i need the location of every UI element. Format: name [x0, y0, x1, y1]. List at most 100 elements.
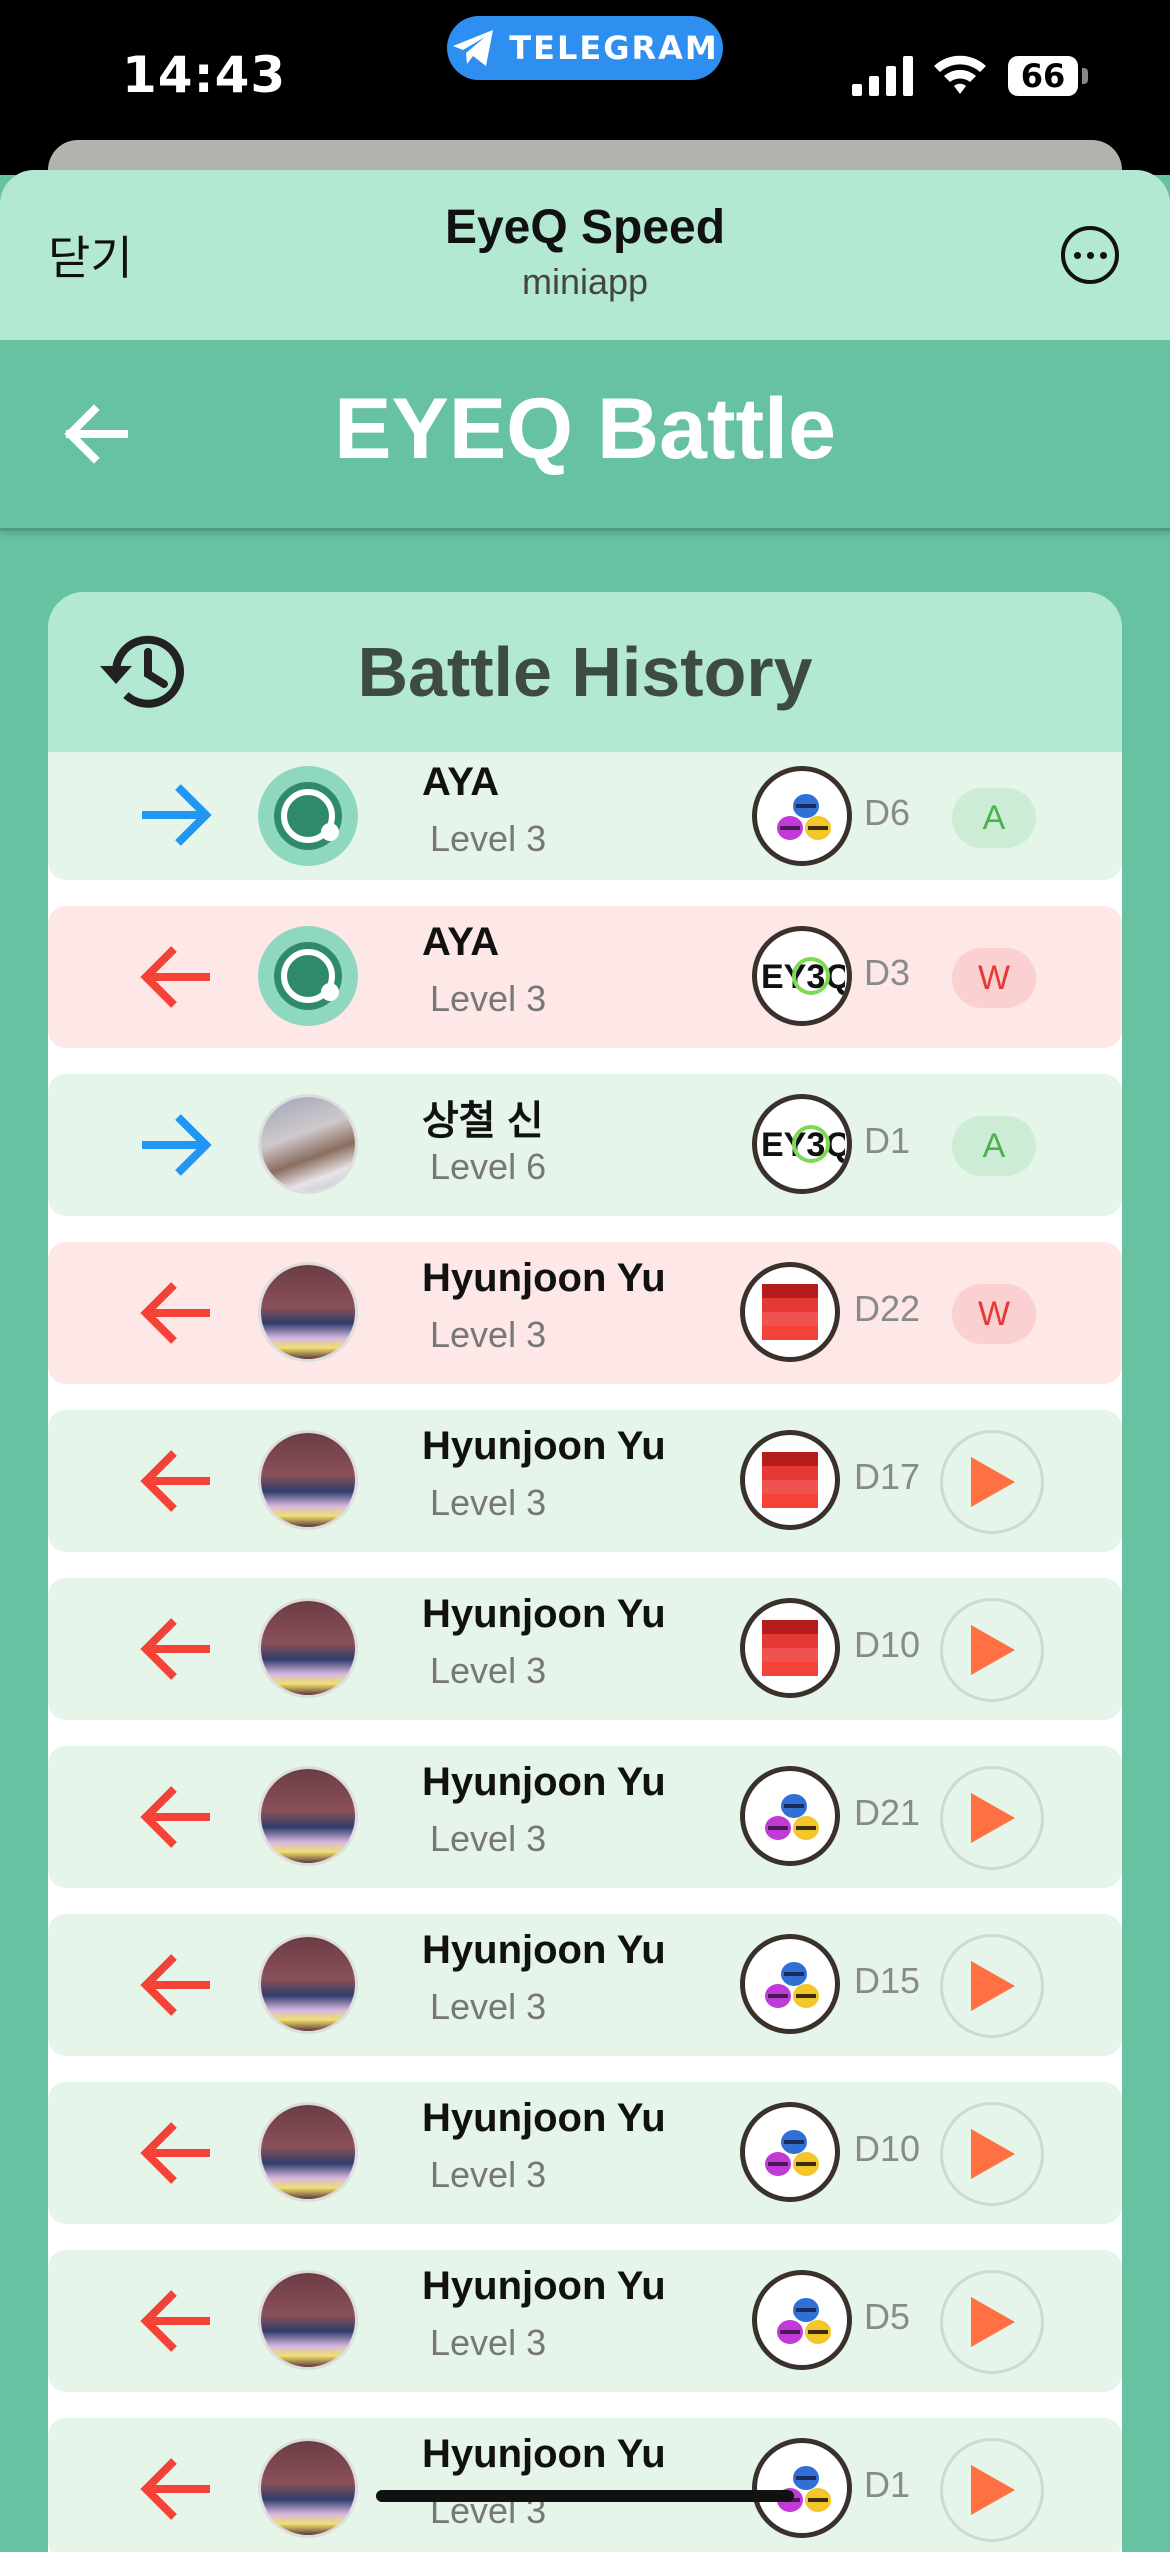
difficulty-code: D10 [854, 2128, 921, 2169]
bees-badge-icon [765, 1962, 819, 2008]
incoming-arrow-icon [140, 2122, 210, 2184]
difficulty-code: D22 [854, 1288, 921, 1329]
difficulty-code: D21 [854, 1792, 921, 1833]
battle-history-title: Battle History [357, 633, 813, 711]
aya-avatar-icon [274, 782, 342, 850]
player-level: Level 3 [430, 2154, 547, 2195]
player-name: AYA [422, 920, 500, 964]
game-badge [740, 1262, 840, 1362]
battery-indicator: 66 [1008, 56, 1078, 96]
game-badge [740, 1934, 840, 2034]
battle-row[interactable]: AYA Level 3 D6 A [48, 752, 1122, 880]
play-button[interactable] [940, 1766, 1044, 1870]
incoming-arrow-icon [140, 1786, 210, 1848]
bees-badge-icon [777, 2466, 831, 2512]
avatar [258, 926, 358, 1026]
player-name: Hyunjoon Yu [422, 1256, 666, 1300]
direction-indicator [138, 1280, 214, 1351]
player-name: Hyunjoon Yu [422, 1592, 666, 1636]
player-level: Level 3 [430, 1986, 547, 2027]
avatar [258, 2438, 358, 2538]
direction-indicator [138, 1112, 214, 1183]
telegram-icon [453, 30, 494, 66]
outgoing-arrow-icon [142, 784, 212, 846]
battery-nub [1082, 68, 1088, 84]
avatar [258, 2102, 358, 2202]
avatar [258, 1766, 358, 1866]
player-name: AYA [422, 760, 500, 804]
battle-row[interactable]: Hyunjoon Yu Level 3 D10 [48, 2082, 1122, 2224]
aya-avatar-icon [274, 942, 342, 1010]
play-icon [971, 1793, 1015, 1843]
direction-indicator [138, 2456, 214, 2527]
play-button[interactable] [940, 1598, 1044, 1702]
player-name: 상철 신 [422, 1099, 544, 1143]
status-badge: W [952, 1284, 1036, 1344]
battle-row[interactable]: AYA Level 3 EY3Q D3 W [48, 906, 1122, 1048]
incoming-arrow-icon [140, 2290, 210, 2352]
player-name: Hyunjoon Yu [422, 1928, 666, 1972]
difficulty-code: D15 [854, 1960, 921, 2001]
game-badge: EY3Q [752, 926, 852, 1026]
incoming-arrow-icon [140, 1450, 210, 1512]
battle-row[interactable]: Hyunjoon Yu Level 3 D10 [48, 1578, 1122, 1720]
player-name: Hyunjoon Yu [422, 2096, 666, 2140]
miniapp-title-block: EyeQ Speed miniapp [0, 200, 1170, 303]
play-button[interactable] [940, 2270, 1044, 2374]
direction-indicator [138, 2288, 214, 2359]
difficulty-code: D1 [864, 2464, 911, 2505]
battle-row[interactable]: 상철 신 Level 6 EY3Q D1 A [48, 1074, 1122, 1216]
bees-badge-icon [777, 794, 831, 840]
status-badge: W [952, 948, 1036, 1008]
direction-indicator [138, 1616, 214, 1687]
battle-row[interactable]: Hyunjoon Yu Level 3 D5 [48, 2250, 1122, 2392]
miniapp-title: EyeQ Speed [444, 201, 726, 254]
battle-row[interactable]: Hyunjoon Yu Level 3 D21 [48, 1746, 1122, 1888]
game-badge [740, 1430, 840, 1530]
play-icon [971, 1961, 1015, 2011]
more-dot [1073, 251, 1081, 259]
direction-indicator [138, 1448, 214, 1519]
home-indicator [376, 2490, 794, 2502]
game-badge [740, 1766, 840, 1866]
incoming-arrow-icon [140, 1618, 210, 1680]
play-icon [971, 2129, 1015, 2179]
player-level: Level 3 [430, 1314, 547, 1355]
avatar [258, 1934, 358, 2034]
player-name: Hyunjoon Yu [422, 1760, 666, 1804]
direction-indicator [138, 1784, 214, 1855]
difficulty-code: D10 [854, 1624, 921, 1665]
game-badge [752, 2438, 852, 2538]
battle-history-header: Battle History [48, 592, 1122, 752]
play-button[interactable] [940, 2102, 1044, 2206]
telegram-pill[interactable]: TELEGRAM [447, 16, 723, 80]
player-level: Level 3 [430, 1818, 547, 1859]
player-level: Level 3 [430, 1482, 547, 1523]
play-button[interactable] [940, 1430, 1044, 1534]
direction-indicator [138, 944, 214, 1015]
telegram-label: TELEGRAM [509, 29, 719, 67]
play-icon [971, 1457, 1015, 1507]
bees-badge-icon [765, 2130, 819, 2176]
cellular-signal-icon [852, 56, 913, 96]
eyeq-badge-icon: EY3Q [761, 1125, 845, 1164]
game-badge [740, 1598, 840, 1698]
more-dot [1099, 251, 1107, 259]
avatar [258, 1262, 358, 1362]
game-badge [752, 766, 852, 866]
battle-row[interactable]: Hyunjoon Yu Level 3 D17 [48, 1410, 1122, 1552]
more-options-button[interactable] [1061, 226, 1119, 284]
play-button[interactable] [940, 1934, 1044, 2038]
difficulty-code: D1 [864, 1120, 911, 1161]
outgoing-arrow-icon [142, 1114, 212, 1176]
incoming-arrow-icon [140, 946, 210, 1008]
player-name: Hyunjoon Yu [422, 2264, 666, 2308]
game-badge: EY3Q [752, 1094, 852, 1194]
player-level: Level 3 [430, 1650, 547, 1691]
player-level: Level 3 [430, 2322, 547, 2363]
battle-row[interactable]: Hyunjoon Yu Level 3 D15 [48, 1914, 1122, 2056]
avatar [258, 2270, 358, 2370]
direction-indicator [138, 782, 214, 853]
play-button[interactable] [940, 2438, 1044, 2542]
battle-row[interactable]: Hyunjoon Yu Level 3 D22 W [48, 1242, 1122, 1384]
